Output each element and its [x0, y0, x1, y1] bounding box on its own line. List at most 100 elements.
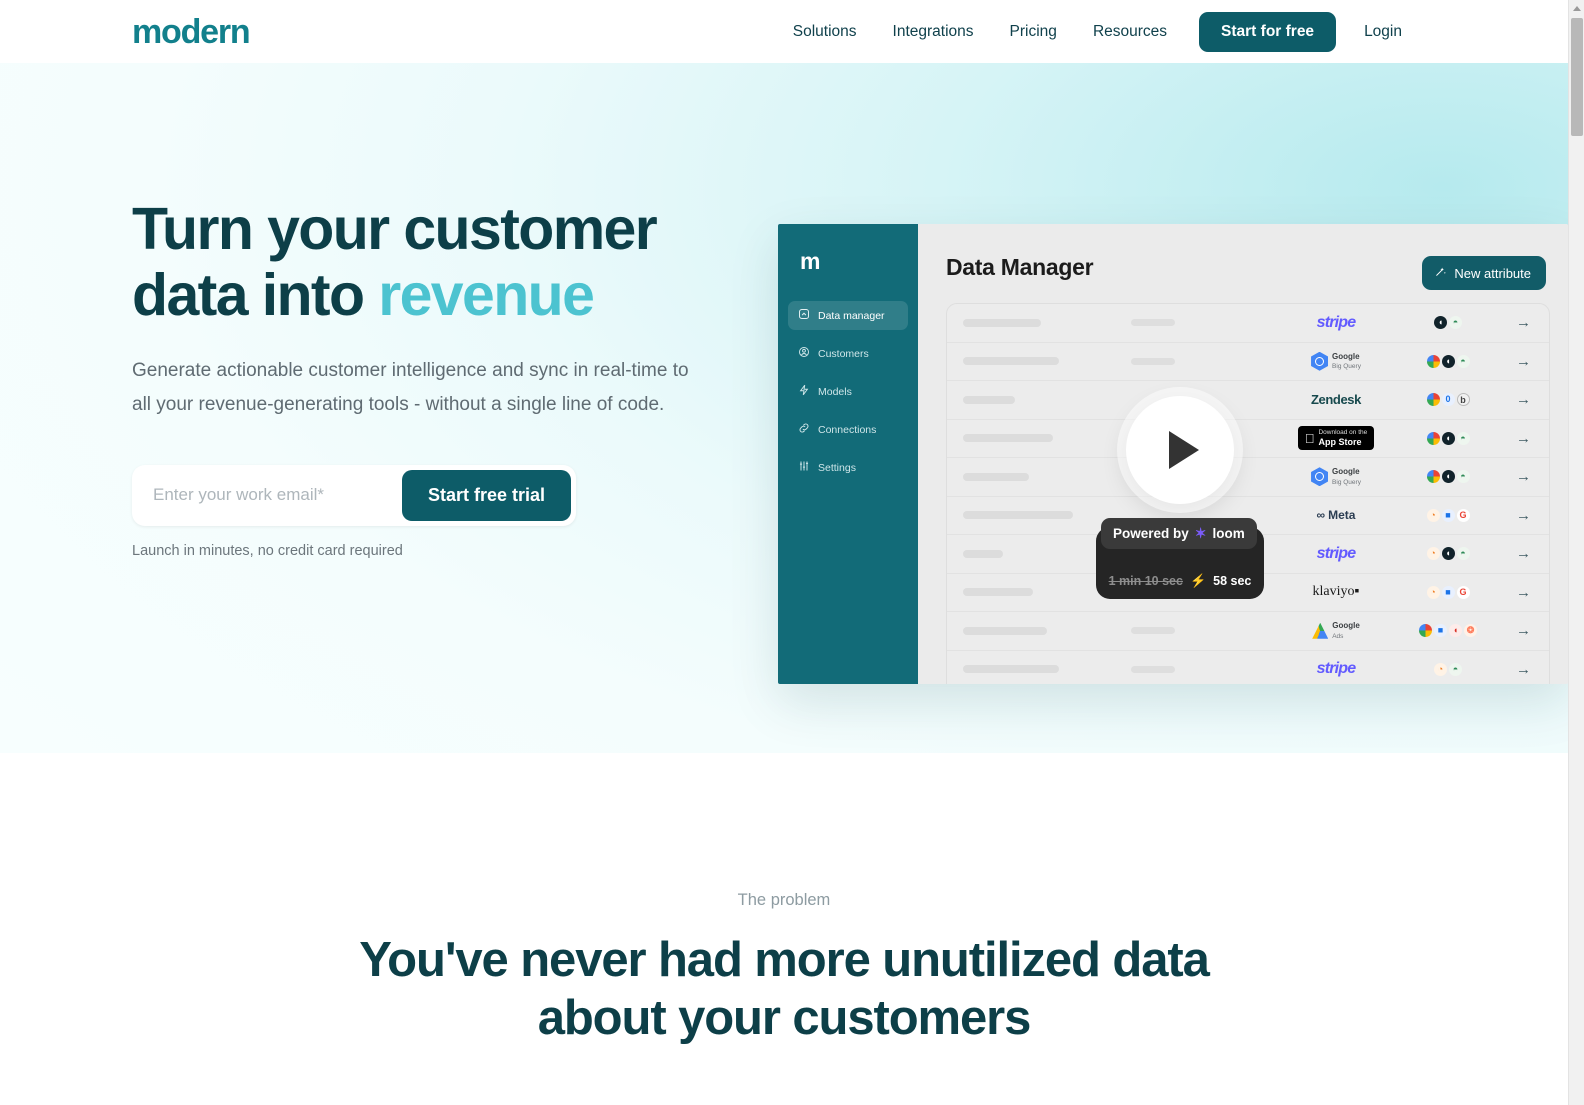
signup-form: Start free trial	[132, 464, 576, 526]
connections-icon	[798, 422, 810, 437]
sidebar-item-label: Settings	[818, 461, 856, 474]
connector-icon-dark: ◖	[1441, 354, 1455, 368]
data-manager-icon	[798, 308, 810, 323]
play-video-button[interactable]	[1126, 396, 1234, 504]
connector-icon-dark: ◖	[1441, 547, 1455, 561]
attribute-meta-placeholder	[1131, 627, 1261, 635]
klaviyo-logo: klaviyo▪	[1312, 584, 1360, 600]
connector-icon-dark: ◖	[1441, 431, 1455, 445]
google-ads-logo: Google Ads	[1312, 621, 1360, 640]
section-eyebrow: The problem	[737, 891, 831, 909]
row-arrow-icon[interactable]: →	[1485, 314, 1531, 331]
source-logo-cell: stripe	[1261, 660, 1411, 678]
connector-icon-orange: ◔	[1426, 508, 1440, 522]
table-row[interactable]: GoogleBig Query●◖◓→	[947, 343, 1549, 381]
nav-item-integrations[interactable]: Integrations	[875, 15, 992, 49]
sped-duration: 58 sec	[1213, 574, 1252, 588]
row-arrow-icon[interactable]: →	[1485, 507, 1531, 524]
section-title-line-1: You've never had more unutilized data	[359, 933, 1210, 987]
login-link[interactable]: Login	[1346, 15, 1420, 49]
new-attribute-button[interactable]: New attribute	[1422, 256, 1546, 290]
row-arrow-icon[interactable]: →	[1485, 545, 1531, 562]
sidebar-item-models[interactable]: Models	[788, 377, 908, 406]
start-for-free-button[interactable]: Start for free	[1199, 11, 1337, 52]
original-duration: 1 min 10 sec	[1108, 574, 1183, 588]
connector-icon-red: ◖	[1449, 624, 1462, 638]
table-row[interactable]: Zendesk●0b→	[947, 381, 1549, 420]
connector-icon-multicolor: ●	[1426, 431, 1440, 445]
source-logo-cell: Google Ads	[1261, 621, 1411, 640]
hero-subtitle: Generate actionable customer intelligenc…	[132, 360, 689, 415]
sidebar-item-connections[interactable]: Connections	[788, 415, 908, 444]
destination-icons-cell: ●◖◓	[1411, 431, 1485, 445]
nav-item-resources[interactable]: Resources	[1075, 15, 1185, 49]
sidebar-item-data-manager[interactable]: Data manager	[788, 301, 908, 330]
hero-section: Turn your customer data into revenue Gen…	[0, 63, 1568, 753]
destination-icons-cell: ●■◖❂	[1411, 624, 1485, 638]
app-sidebar: m Data manager Customers Models Connecti…	[778, 224, 918, 684]
destination-icons-cell: ◔ ◓	[1411, 662, 1485, 676]
scroll-up-arrow-icon[interactable]	[1569, 0, 1584, 17]
source-logo-cell: ∞ Meta	[1261, 508, 1411, 522]
email-field[interactable]	[137, 473, 402, 518]
nav-item-solutions[interactable]: Solutions	[775, 15, 875, 49]
page-content: modern Solutions Integrations Pricing Re…	[0, 0, 1568, 1105]
loom-brand-label: loom	[1212, 526, 1245, 541]
section-title: You've never had more unutilized data ab…	[0, 932, 1568, 1048]
source-logo-cell: stripe	[1261, 314, 1411, 332]
start-free-trial-button[interactable]: Start free trial	[401, 469, 571, 521]
hero-title-line-1: Turn your customer	[132, 196, 658, 262]
sidebar-item-customers[interactable]: Customers	[788, 339, 908, 368]
attribute-name-placeholder	[963, 395, 1131, 404]
attribute-meta-placeholder	[1131, 665, 1261, 673]
lightning-bolt-icon: ⚡	[1189, 573, 1207, 588]
row-arrow-icon[interactable]: →	[1485, 391, 1531, 408]
attribute-name-placeholder	[963, 357, 1131, 366]
row-arrow-icon[interactable]: →	[1485, 622, 1531, 639]
site-logo[interactable]: modern	[132, 15, 251, 49]
sidebar-item-settings[interactable]: Settings	[788, 453, 908, 482]
sidebar-item-label: Connections	[818, 423, 877, 436]
page-title: Turn your customer data into revenue	[132, 196, 700, 328]
row-arrow-icon[interactable]: →	[1485, 468, 1531, 485]
browser-viewport: modern Solutions Integrations Pricing Re…	[0, 0, 1584, 1105]
table-row[interactable]: stripe ◔ ◓ →	[947, 651, 1549, 685]
table-row[interactable]: stripe ◖ ◓ →	[947, 304, 1549, 343]
row-arrow-icon[interactable]: →	[1485, 584, 1531, 601]
app-main: Data Manager New attribute stripe ◖ ◓ → Goog…	[918, 224, 1568, 684]
connector-icon-dark: ◖	[1441, 470, 1455, 484]
table-row[interactable]: Download on theApp Store●◖◓→	[947, 420, 1549, 458]
zendesk-logo: Zendesk	[1311, 392, 1361, 408]
connector-icon-dark: ◖	[1434, 316, 1447, 330]
destination-icons-cell: ◖ ◓	[1411, 316, 1485, 330]
connector-icon-multicolor: ●	[1426, 393, 1440, 407]
row-arrow-icon[interactable]: →	[1485, 353, 1531, 370]
hero-title-line-2-prefix: data into	[132, 262, 379, 329]
page-scrollbar[interactable]	[1568, 0, 1584, 1105]
connector-icon-hubspot: ❂	[1464, 624, 1477, 638]
connector-icon-blue: ■	[1434, 624, 1447, 638]
connector-icon-green: ◓	[1456, 470, 1470, 484]
table-row[interactable]: GoogleBig Query●◖◓→	[947, 458, 1549, 497]
connector-icon-green: ◓	[1456, 547, 1470, 561]
attribute-name-placeholder	[963, 472, 1131, 481]
connector-icon-blue: ■	[1441, 508, 1455, 522]
section-title-line-2: about your customers	[537, 990, 1032, 1045]
connector-icon-gray: b	[1456, 393, 1470, 407]
sidebar-item-label: Data manager	[818, 309, 885, 322]
meta-logo: ∞ Meta	[1316, 508, 1356, 523]
connector-icon-google: G	[1456, 585, 1470, 599]
row-arrow-icon[interactable]: →	[1485, 430, 1531, 447]
connector-icon-green: ◓	[1456, 431, 1470, 445]
destination-icons-cell: ●◖◓	[1411, 470, 1485, 484]
destination-icons-cell: ●◖◓	[1411, 354, 1485, 368]
customers-icon	[798, 346, 810, 361]
primary-nav: Solutions Integrations Pricing Resources…	[775, 11, 1568, 52]
table-row[interactable]: GoogleAds ●■◖❂→	[947, 612, 1549, 651]
connector-icon-multicolor: ●	[1426, 354, 1440, 368]
nav-item-pricing[interactable]: Pricing	[992, 15, 1075, 49]
row-arrow-icon[interactable]: →	[1485, 661, 1531, 678]
connector-icon-multicolor: ●	[1426, 470, 1440, 484]
scrollbar-thumb[interactable]	[1571, 18, 1583, 136]
connector-icon-orange: ◔	[1426, 585, 1440, 599]
